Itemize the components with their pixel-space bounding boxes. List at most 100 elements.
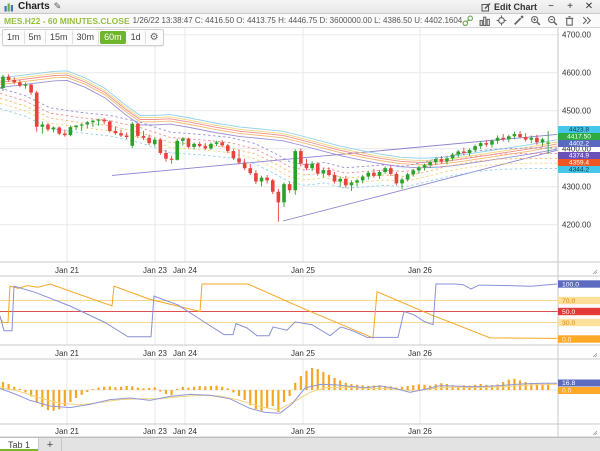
candle-body bbox=[287, 184, 292, 191]
candle-body bbox=[349, 182, 354, 186]
edit-chart-icon bbox=[481, 2, 491, 11]
svg-text:Jan 25: Jan 25 bbox=[291, 266, 316, 275]
svg-text:4700.00: 4700.00 bbox=[562, 30, 591, 39]
candle-body bbox=[12, 80, 17, 83]
candle-body bbox=[293, 151, 298, 191]
candle-body bbox=[327, 170, 331, 176]
svg-text:Jan 25: Jan 25 bbox=[291, 349, 316, 358]
add-tab-button[interactable]: + bbox=[39, 438, 62, 451]
candle-body bbox=[540, 139, 545, 143]
chart-window: 4700.00 4600.00 4500.00 4400.00 4300.00 4200.… bbox=[0, 0, 600, 451]
svg-text:Jan 26: Jan 26 bbox=[408, 266, 433, 275]
candle-body bbox=[321, 170, 326, 174]
zoom-out-icon[interactable] bbox=[547, 15, 558, 26]
candle-body bbox=[231, 151, 236, 159]
candle-body bbox=[18, 82, 22, 86]
candle-body bbox=[237, 158, 241, 163]
zoom-in-icon[interactable] bbox=[530, 15, 541, 26]
candle-body bbox=[197, 143, 202, 147]
maximize-button[interactable]: + bbox=[565, 1, 575, 12]
svg-text:Jan 21: Jan 21 bbox=[55, 349, 80, 358]
candle-body bbox=[192, 143, 196, 147]
charts-app-icon bbox=[4, 3, 13, 11]
svg-text:0.0: 0.0 bbox=[562, 387, 572, 394]
candle-body bbox=[40, 124, 45, 127]
brush-icon[interactable] bbox=[513, 15, 524, 26]
chart-settings-gear-icon[interactable]: ⚙ bbox=[146, 31, 163, 45]
candle-body bbox=[51, 127, 56, 130]
candle-body bbox=[462, 151, 466, 153]
candle-body bbox=[310, 163, 314, 169]
candle-body bbox=[523, 137, 528, 140]
candle-body bbox=[46, 124, 50, 130]
candle-body bbox=[276, 191, 281, 203]
candle-body bbox=[456, 151, 461, 155]
candle-body bbox=[388, 168, 393, 174]
title-bar: Charts ✎ Edit Chart − + ✕ bbox=[0, 0, 600, 14]
candle-body bbox=[226, 145, 230, 152]
bar-chart-icon[interactable] bbox=[479, 15, 490, 26]
candle-body bbox=[141, 135, 146, 138]
svg-text:4344.2: 4344.2 bbox=[569, 166, 590, 173]
candle-body bbox=[220, 142, 224, 146]
close-button[interactable]: ✕ bbox=[584, 1, 594, 12]
candle-body bbox=[507, 136, 511, 140]
candle-body bbox=[529, 137, 534, 140]
svg-text:Jan 23: Jan 23 bbox=[143, 349, 168, 358]
svg-text:4423.8: 4423.8 bbox=[569, 126, 590, 133]
minimize-button[interactable]: − bbox=[546, 1, 556, 12]
timeframe-60m[interactable]: 60m bbox=[100, 31, 126, 44]
svg-text:Jan 23: Jan 23 bbox=[143, 427, 168, 436]
svg-text:0.0: 0.0 bbox=[562, 336, 572, 343]
link-icon[interactable] bbox=[462, 15, 473, 26]
candle-body bbox=[152, 139, 157, 145]
candle-body bbox=[304, 163, 309, 169]
candle-body bbox=[450, 154, 455, 159]
candle-body bbox=[147, 137, 151, 144]
svg-text:100.0: 100.0 bbox=[562, 281, 579, 288]
candle-body bbox=[433, 159, 438, 163]
trash-icon[interactable] bbox=[564, 15, 575, 26]
timeframe-5m[interactable]: 5m bbox=[25, 31, 47, 44]
timeframe-1m[interactable]: 1m bbox=[3, 31, 25, 44]
candle-body bbox=[411, 170, 416, 175]
candle-body bbox=[512, 133, 517, 137]
candle-body bbox=[164, 152, 168, 159]
candle-body bbox=[394, 173, 399, 184]
timeframe-1d[interactable]: 1d bbox=[127, 31, 146, 44]
timeframe-15m[interactable]: 15m bbox=[46, 31, 73, 44]
candle-body bbox=[501, 137, 505, 140]
svg-text:Jan 26: Jan 26 bbox=[408, 427, 433, 436]
candle-body bbox=[338, 178, 342, 182]
candle-body bbox=[85, 122, 90, 125]
more-icon[interactable] bbox=[581, 15, 592, 26]
timeframe-30m[interactable]: 30m bbox=[73, 31, 100, 44]
candle-body bbox=[495, 137, 500, 141]
edit-title-pencil-icon[interactable]: ✎ bbox=[54, 2, 62, 11]
candle-body bbox=[96, 119, 101, 121]
candle-body bbox=[254, 173, 258, 182]
quote-text: 1/26/22 13:38:47 C: 4416.50 O: 4413.75 H… bbox=[132, 16, 462, 25]
candle-body bbox=[265, 177, 269, 181]
candle-body bbox=[130, 123, 135, 146]
svg-text:Jan 24: Jan 24 bbox=[173, 349, 198, 358]
candle-body bbox=[490, 140, 494, 145]
candle-body bbox=[209, 143, 213, 149]
chart-canvas[interactable]: 4700.004600.004500.004400.004300.004200.… bbox=[0, 0, 600, 451]
candle-body bbox=[518, 133, 522, 138]
candle-body bbox=[478, 143, 483, 147]
crosshair-icon[interactable] bbox=[496, 15, 507, 26]
candle-body bbox=[68, 127, 73, 136]
svg-text:50.0: 50.0 bbox=[562, 309, 575, 316]
svg-text:4402.2: 4402.2 bbox=[569, 140, 590, 147]
svg-text:Jan 24: Jan 24 bbox=[173, 266, 198, 275]
candle-body bbox=[102, 119, 106, 122]
svg-text:4300.00: 4300.00 bbox=[562, 182, 591, 191]
candle-body bbox=[29, 84, 33, 93]
edit-chart-button[interactable]: Edit Chart bbox=[481, 2, 537, 12]
candle-body bbox=[360, 176, 365, 181]
svg-text:4200.00: 4200.00 bbox=[562, 220, 591, 229]
svg-text:4374.9: 4374.9 bbox=[569, 152, 590, 159]
tab-1[interactable]: Tab 1 bbox=[0, 438, 39, 451]
tab-bar: Tab 1 + bbox=[0, 437, 600, 451]
